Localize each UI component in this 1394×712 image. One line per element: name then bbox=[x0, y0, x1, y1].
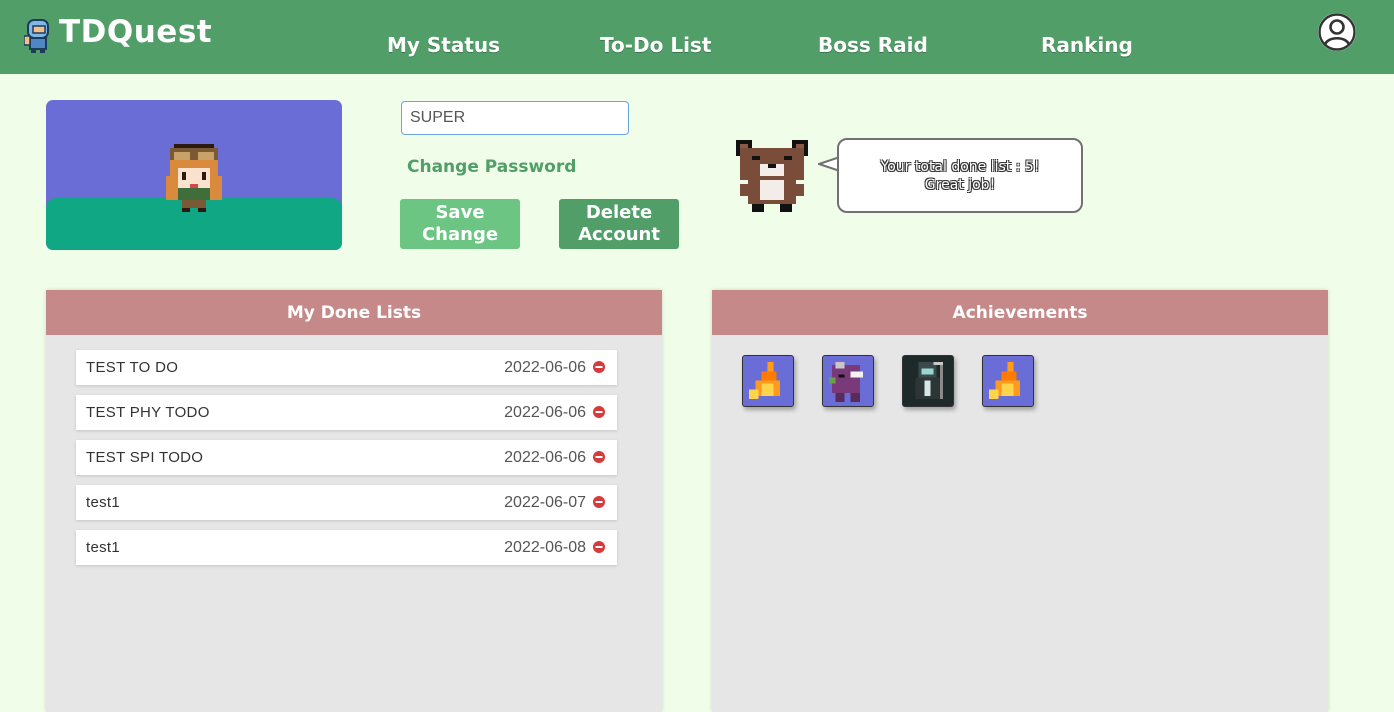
done-item-title: test1 bbox=[86, 494, 121, 511]
remove-icon[interactable] bbox=[593, 451, 605, 463]
done-item-date: 2022-06-07 bbox=[504, 494, 586, 511]
done-item-title: TEST PHY TODO bbox=[86, 404, 210, 421]
app-title[interactable]: TDQuest bbox=[59, 14, 212, 50]
done-list: TEST TO DO 2022-06-06 TEST PHY TODO 2022… bbox=[76, 350, 617, 575]
fire-badge-icon[interactable] bbox=[742, 355, 794, 407]
dinosaur-badge-icon[interactable] bbox=[822, 355, 874, 407]
reaper-badge-icon[interactable] bbox=[902, 355, 954, 407]
nav-boss-raid[interactable]: Boss Raid bbox=[818, 33, 928, 57]
delete-account-button[interactable]: Delete Account bbox=[559, 199, 679, 249]
character-sprite-icon bbox=[166, 144, 222, 212]
fire-badge-icon[interactable] bbox=[982, 355, 1034, 407]
user-circle-icon[interactable] bbox=[1317, 12, 1357, 52]
done-item-date: 2022-06-08 bbox=[504, 539, 586, 556]
list-item[interactable]: TEST PHY TODO 2022-06-06 bbox=[76, 395, 617, 430]
top-navbar: TDQuest My Status To-Do List Boss Raid R… bbox=[0, 0, 1394, 74]
done-item-title: test1 bbox=[86, 539, 121, 556]
nickname-input[interactable] bbox=[401, 101, 629, 135]
achievements-header: Achievements bbox=[712, 290, 1328, 335]
remove-icon[interactable] bbox=[593, 496, 605, 508]
list-item[interactable]: test1 2022-06-07 bbox=[76, 485, 617, 520]
achievement-badges bbox=[742, 355, 1034, 407]
remove-icon[interactable] bbox=[593, 406, 605, 418]
achievements-panel: Achievements bbox=[712, 290, 1328, 712]
remove-icon[interactable] bbox=[593, 361, 605, 373]
list-item[interactable]: TEST TO DO 2022-06-06 bbox=[76, 350, 617, 385]
save-change-button[interactable]: Save Change bbox=[400, 199, 520, 249]
done-item-date: 2022-06-06 bbox=[504, 449, 586, 466]
character-avatar-card bbox=[46, 100, 342, 250]
list-item[interactable]: TEST SPI TODO 2022-06-06 bbox=[76, 440, 617, 475]
done-item-title: TEST TO DO bbox=[86, 359, 179, 376]
done-lists-header: My Done Lists bbox=[46, 290, 662, 335]
change-password-link[interactable]: Change Password bbox=[407, 157, 576, 177]
done-item-date: 2022-06-06 bbox=[504, 359, 586, 376]
done-item-date: 2022-06-06 bbox=[504, 404, 586, 421]
remove-icon[interactable] bbox=[593, 541, 605, 553]
done-lists-panel: My Done Lists TEST TO DO 2022-06-06 TEST… bbox=[46, 290, 662, 712]
mascot-speech-bubble: Your total done list : 5! Great job! bbox=[837, 138, 1083, 213]
knight-logo-icon bbox=[24, 19, 49, 53]
nav-ranking[interactable]: Ranking bbox=[1041, 33, 1133, 57]
nav-todo-list[interactable]: To-Do List bbox=[600, 33, 711, 57]
done-item-title: TEST SPI TODO bbox=[86, 449, 204, 466]
list-item[interactable]: test1 2022-06-08 bbox=[76, 530, 617, 565]
bear-mascot-icon bbox=[736, 140, 808, 212]
nav-my-status[interactable]: My Status bbox=[387, 33, 500, 57]
mascot-message-line1: Your total done list : 5! bbox=[880, 158, 1040, 175]
mascot-message-line2: Great job! bbox=[924, 176, 996, 193]
